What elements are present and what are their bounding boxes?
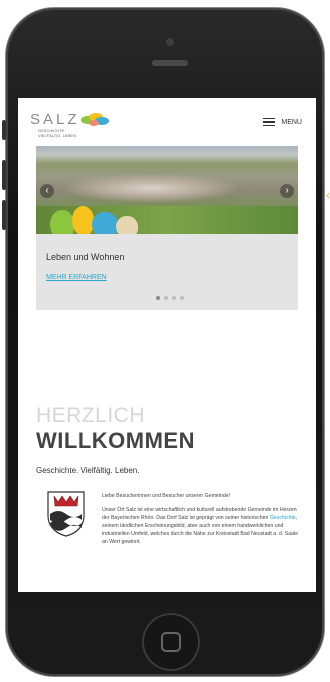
slider-next-button[interactable]: ›	[280, 184, 294, 198]
mute-switch	[2, 120, 6, 140]
slider-dot[interactable]	[172, 296, 176, 300]
history-link[interactable]: Geschichte	[270, 515, 296, 521]
coat-of-arms-icon	[47, 491, 85, 537]
scroll-chevron-icon: ‹	[326, 188, 330, 202]
aerial-town	[66, 174, 236, 202]
home-square-icon	[161, 632, 181, 652]
slider-dots	[156, 296, 184, 300]
logo-wordmark: SALZ	[30, 110, 80, 128]
caption-title: Leben und Wohnen	[46, 252, 125, 262]
chevron-left-icon: ‹	[45, 185, 49, 196]
slider-dot[interactable]	[180, 296, 184, 300]
camera-icon	[166, 38, 174, 46]
speaker-grille	[152, 60, 188, 66]
volume-down-button	[2, 200, 6, 230]
welcome-heading-line2: WILLKOMMEN	[36, 428, 195, 453]
volume-up-button	[2, 160, 6, 190]
menu-button[interactable]: MENU	[263, 118, 302, 126]
phone-screen: SALZ GESCHICHTE. VIELFÄLTIG. LEBEN. MENU…	[18, 98, 316, 592]
chevron-right-icon: ›	[285, 185, 289, 196]
more-info-link[interactable]: MEHR ERFAHREN	[46, 274, 107, 281]
decor-leaf-yellow	[72, 206, 94, 234]
decor-leaf-blue	[92, 212, 118, 234]
logo-leaves-icon	[80, 113, 109, 126]
site-logo[interactable]: SALZ GESCHICHTE. VIELFÄLTIG. LEBEN.	[30, 110, 110, 138]
menu-label: MENU	[281, 118, 302, 126]
intro-greeting: Liebe Besucherinnen und Besucher unserer…	[102, 493, 231, 499]
slider-dot[interactable]	[164, 296, 168, 300]
slider-dot[interactable]	[156, 296, 160, 300]
hero-slider-image[interactable]: ‹ ›	[36, 146, 298, 234]
decor-leaf-beige	[116, 216, 138, 234]
intro-body: Unser Ort Salz ist eine wirtschaftlich u…	[102, 507, 299, 545]
slider-caption-card: Leben und Wohnen MEHR ERFAHREN	[36, 234, 298, 310]
hamburger-icon	[263, 118, 276, 126]
logo-subline-2: VIELFÄLTIG. LEBEN.	[38, 133, 77, 138]
intro-text: Liebe Besucherinnen und Besucher unserer…	[102, 492, 302, 552]
welcome-tagline: Geschichte. Vielfältig. Leben.	[36, 466, 140, 475]
slider-prev-button[interactable]: ‹	[40, 184, 54, 198]
welcome-heading-line1: HERZLICH	[36, 404, 146, 427]
decor-leaf-green	[50, 210, 74, 234]
